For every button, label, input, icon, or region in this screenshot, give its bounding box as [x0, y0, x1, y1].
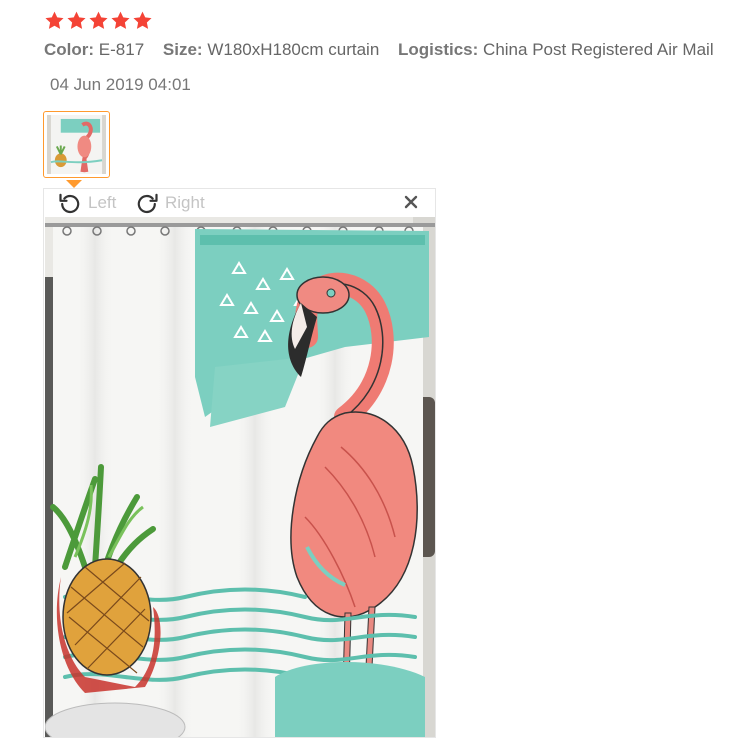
attribute-value: E-817	[98, 40, 145, 59]
close-icon	[404, 195, 418, 209]
attribute-value: W180xH180cm curtain	[207, 40, 380, 59]
rating-stars	[44, 10, 153, 31]
star-icon	[133, 11, 152, 29]
star-icon	[89, 11, 108, 29]
close-button[interactable]	[403, 194, 419, 210]
photo-thumbnail[interactable]	[43, 111, 110, 178]
rotate-right-label: Right	[165, 193, 205, 212]
attribute-value: China Post Registered Air Mail	[483, 40, 714, 59]
shower-curtain-photo	[45, 217, 435, 737]
star-icon	[67, 11, 86, 29]
attribute-size: Size: W180xH180cm curtain	[163, 40, 379, 60]
order-attributes: Color: E-817 Size: W180xH180cm curtain L…	[44, 40, 714, 60]
thumbnail-image	[47, 115, 106, 174]
rotate-right-button[interactable]: Right	[135, 191, 205, 215]
attribute-key: Color:	[44, 40, 95, 59]
rotate-left-label: Left	[88, 193, 117, 212]
star-icon	[111, 11, 130, 29]
attribute-key: Size:	[162, 40, 203, 59]
photo-viewer: Left Right	[43, 188, 436, 738]
attribute-color: Color: E-817	[44, 40, 144, 60]
rotate-left-icon	[59, 193, 80, 214]
star-icon	[45, 11, 64, 29]
attribute-key: Logistics:	[398, 40, 479, 59]
review-photo	[45, 217, 435, 737]
review-date: 04 Jun 2019 04:01	[50, 75, 191, 94]
rotate-right-icon	[137, 193, 158, 214]
review-item: Color: E-817 Size: W180xH180cm curtain L…	[0, 0, 751, 751]
viewer-toolbar: Left Right	[44, 189, 435, 217]
rotate-left-button[interactable]: Left	[58, 191, 116, 215]
attribute-logistics: Logistics: China Post Registered Air Mai…	[398, 40, 714, 60]
thumbnail-pointer	[66, 180, 82, 188]
